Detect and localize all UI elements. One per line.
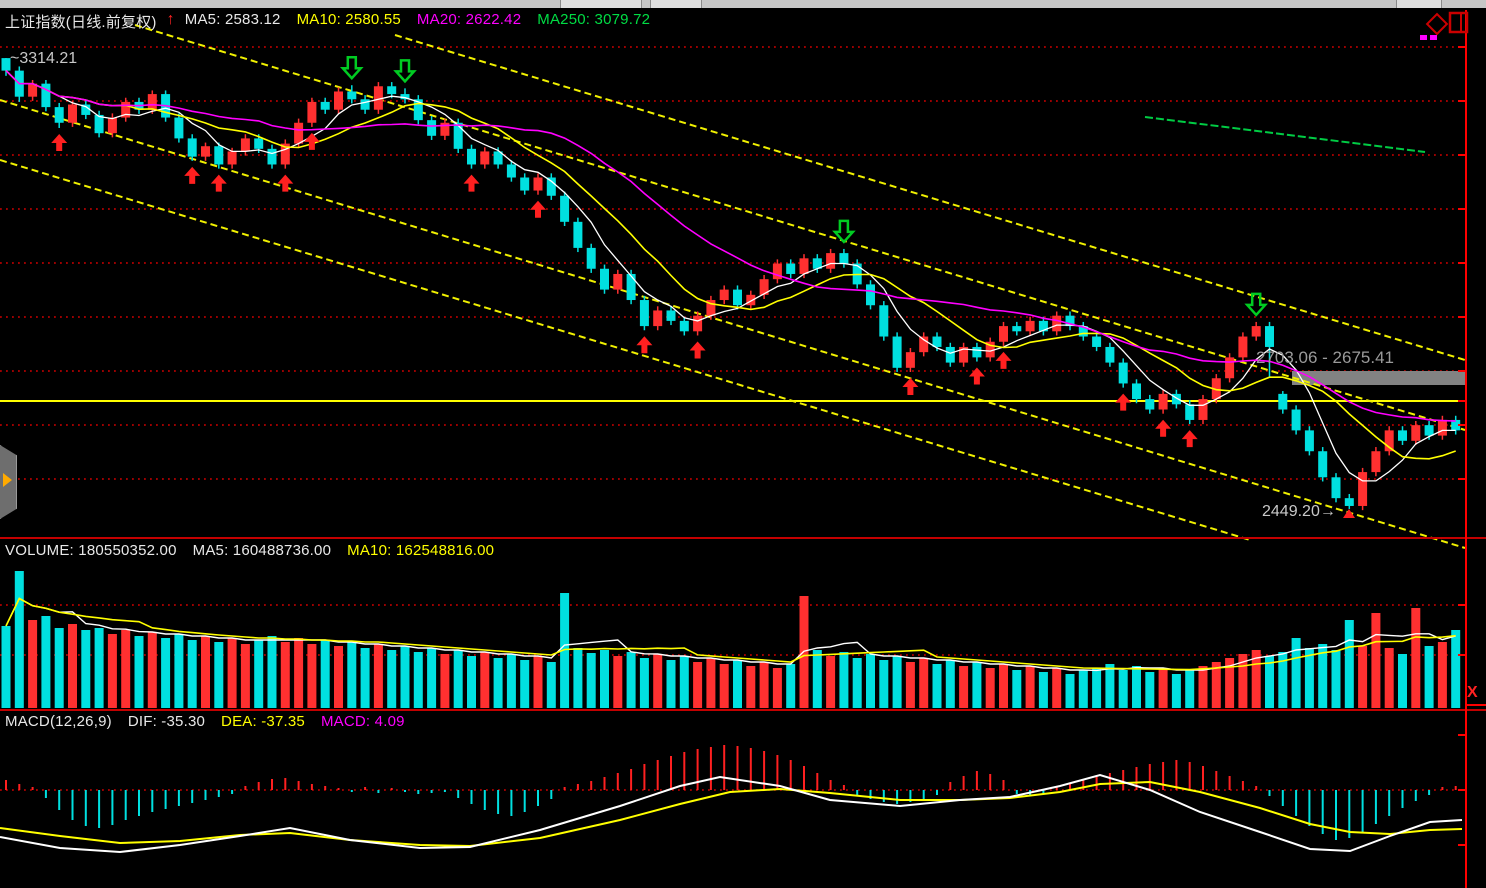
gap-range-label: 2703.06 - 2675.41: [1256, 348, 1394, 368]
volume-header: VOLUME: 180550352.00 MA5: 160488736.00 M…: [5, 542, 494, 559]
ma20-readout: MA20: 2622.42: [417, 11, 521, 32]
window-tool-icon[interactable]: [1450, 13, 1467, 32]
macd-header: MACD(12,26,9) DIF: -35.30 DEA: -37.35 MA…: [5, 713, 405, 730]
volume-ma10-readout: MA10: 162548816.00: [347, 542, 494, 559]
ma250-readout: MA250: 3079.72: [537, 11, 650, 32]
magenta-marker-dot: [1420, 35, 1427, 40]
period-high-label: ~3314.21: [10, 50, 77, 68]
macd-params: MACD(12,26,9): [5, 713, 112, 730]
drawing-tool-icons: [1416, 10, 1482, 51]
sidebar-expander-tab[interactable]: [0, 445, 17, 519]
trading-app-window: 上证指数(日线.前复权) ↑ MA5: 2583.12 MA10: 2580.5…: [0, 0, 1486, 888]
chart-canvas[interactable]: [0, 0, 1486, 888]
dif-readout: DIF: -35.30: [128, 713, 205, 730]
period-low-label: 2449.20→: [1262, 503, 1336, 521]
ma10-readout: MA10: 2580.55: [297, 11, 401, 32]
dea-readout: DEA: -37.35: [221, 713, 305, 730]
volume-ma5-readout: MA5: 160488736.00: [193, 542, 332, 559]
symbol-title[interactable]: 上证指数(日线.前复权): [5, 11, 157, 32]
macd-readout: MACD: 4.09: [321, 713, 405, 730]
volume-readout: VOLUME: 180550352.00: [5, 542, 177, 559]
diamond-tool-icon[interactable]: [1427, 14, 1447, 34]
tool-icons-canvas: [1416, 10, 1482, 46]
main-chart-header: 上证指数(日线.前复权) ↑ MA5: 2583.12 MA10: 2580.5…: [5, 11, 650, 32]
corner-x-label[interactable]: X: [1467, 684, 1478, 702]
expand-right-icon: [3, 473, 12, 487]
ma5-readout: MA5: 2583.12: [185, 11, 281, 32]
magenta-marker-dot: [1430, 35, 1437, 40]
buy-signal-icon: ↑: [167, 11, 175, 32]
